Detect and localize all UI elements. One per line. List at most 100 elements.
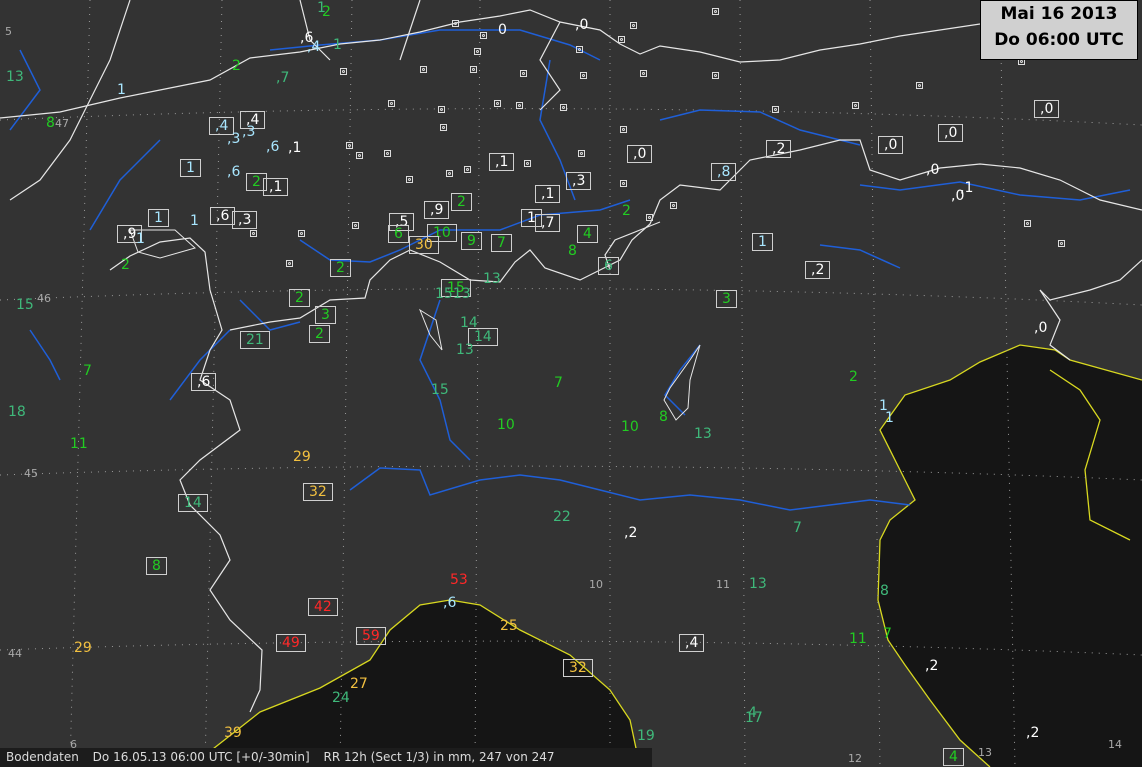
station-value: 22: [553, 509, 571, 525]
station-marker-icon: [772, 106, 779, 113]
station-value-boxed: 3: [315, 306, 336, 324]
station-marker-icon: [340, 68, 347, 75]
station-marker-icon: [352, 222, 359, 229]
station-value-boxed: 1: [752, 233, 773, 251]
time-label: Do 06:00 UTC: [994, 30, 1124, 50]
station-value-boxed: ,9: [424, 201, 450, 219]
date-time-box: Mai 16 2013 Do 06:00 UTC: [980, 0, 1138, 60]
station-marker-icon: [576, 46, 583, 53]
station-marker-icon: [346, 142, 353, 149]
station-marker-icon: [384, 150, 391, 157]
station-value-boxed: ,8: [711, 163, 737, 181]
station-value: 2: [849, 369, 858, 385]
status-bar: Bodendaten Do 16.05.13 06:00 UTC [+0/-30…: [0, 748, 652, 767]
status-source: Bodendaten: [6, 750, 79, 764]
station-value: 1: [136, 231, 145, 247]
station-value-boxed: 2: [451, 193, 472, 211]
station-value: 2: [622, 203, 631, 219]
station-value: 39: [224, 725, 242, 741]
date-label: Mai 16 2013: [1000, 4, 1118, 24]
station-value: ,6: [266, 139, 280, 155]
station-value-boxed: 59: [356, 627, 386, 645]
station-value-boxed: 42: [308, 598, 338, 616]
station-marker-icon: [560, 104, 567, 111]
station-marker-icon: [1024, 220, 1031, 227]
station-value: ,1: [288, 140, 302, 156]
station-value: ,2: [1026, 725, 1040, 741]
base-map: [0, 0, 1142, 767]
grid-label: 46: [37, 292, 51, 305]
station-value-boxed: 32: [563, 659, 593, 677]
station-value: 8: [659, 409, 668, 425]
station-value-boxed: 6: [388, 225, 409, 243]
station-marker-icon: [388, 100, 395, 107]
station-value-boxed: ,0: [878, 136, 904, 154]
station-value-boxed: 32: [303, 483, 333, 501]
station-value: 13: [749, 576, 767, 592]
station-marker-icon: [464, 166, 471, 173]
station-value: ,0: [951, 188, 965, 204]
station-value: 1: [117, 82, 126, 98]
station-value: 25: [500, 618, 518, 634]
station-value-boxed: ,7: [535, 214, 561, 232]
station-marker-icon: [712, 8, 719, 15]
station-marker-icon: [516, 102, 523, 109]
station-marker-icon: [578, 150, 585, 157]
station-value-boxed: ,1: [489, 153, 515, 171]
station-value-boxed: 9: [461, 232, 482, 250]
station-value: ,3: [242, 124, 256, 140]
station-value: 29: [293, 449, 311, 465]
station-value: 7: [554, 375, 563, 391]
station-value: 29: [74, 640, 92, 656]
station-value-boxed: ,0: [627, 145, 653, 163]
station-value: 13: [456, 342, 474, 358]
grid-label: 44: [8, 647, 22, 660]
station-value-boxed: 4: [943, 748, 964, 766]
station-value-boxed: ,3: [232, 211, 258, 229]
station-value: 53: [450, 572, 468, 588]
station-value: 11: [70, 436, 88, 452]
station-value-boxed: ,0: [938, 124, 964, 142]
station-value: 15: [16, 297, 34, 313]
station-value: 1: [190, 213, 199, 229]
station-value: ,3: [227, 131, 241, 147]
station-marker-icon: [356, 152, 363, 159]
station-value: 7: [793, 520, 802, 536]
station-marker-icon: [438, 106, 445, 113]
station-value-boxed: 6: [598, 257, 619, 275]
station-marker-icon: [286, 260, 293, 267]
station-value: 15: [431, 382, 449, 398]
station-value: 13: [483, 271, 501, 287]
station-value-boxed: 2: [289, 289, 310, 307]
station-value: 19: [637, 728, 655, 744]
station-value: 1: [317, 0, 326, 16]
station-value: ,6: [227, 164, 241, 180]
station-value-boxed: 3: [716, 290, 737, 308]
station-value: ,2: [624, 525, 638, 541]
station-value: 7: [883, 626, 892, 642]
station-value: 8: [568, 243, 577, 259]
station-value-boxed: 21: [240, 331, 270, 349]
station-value: 13: [694, 426, 712, 442]
ligurian-sea: [190, 600, 640, 767]
station-value: 17: [745, 710, 763, 726]
station-marker-icon: [646, 214, 653, 221]
grid-label: 11: [716, 578, 730, 591]
station-value: ,0: [926, 162, 940, 178]
station-value: ,0: [575, 17, 589, 33]
adriatic-sea: [878, 345, 1142, 767]
grid-label: 13: [978, 746, 992, 759]
station-value: ,6: [443, 595, 457, 611]
station-value: ,0: [1034, 320, 1048, 336]
station-value-boxed: 1: [180, 159, 201, 177]
station-value: 1: [885, 410, 894, 426]
station-value: 24: [332, 690, 350, 706]
station-value-boxed: 2: [309, 325, 330, 343]
station-marker-icon: [520, 70, 527, 77]
station-marker-icon: [630, 22, 637, 29]
station-value-boxed: 49: [276, 634, 306, 652]
station-marker-icon: [452, 20, 459, 27]
station-marker-icon: [620, 180, 627, 187]
station-value: 8: [46, 115, 55, 131]
station-value: 0: [498, 22, 507, 38]
